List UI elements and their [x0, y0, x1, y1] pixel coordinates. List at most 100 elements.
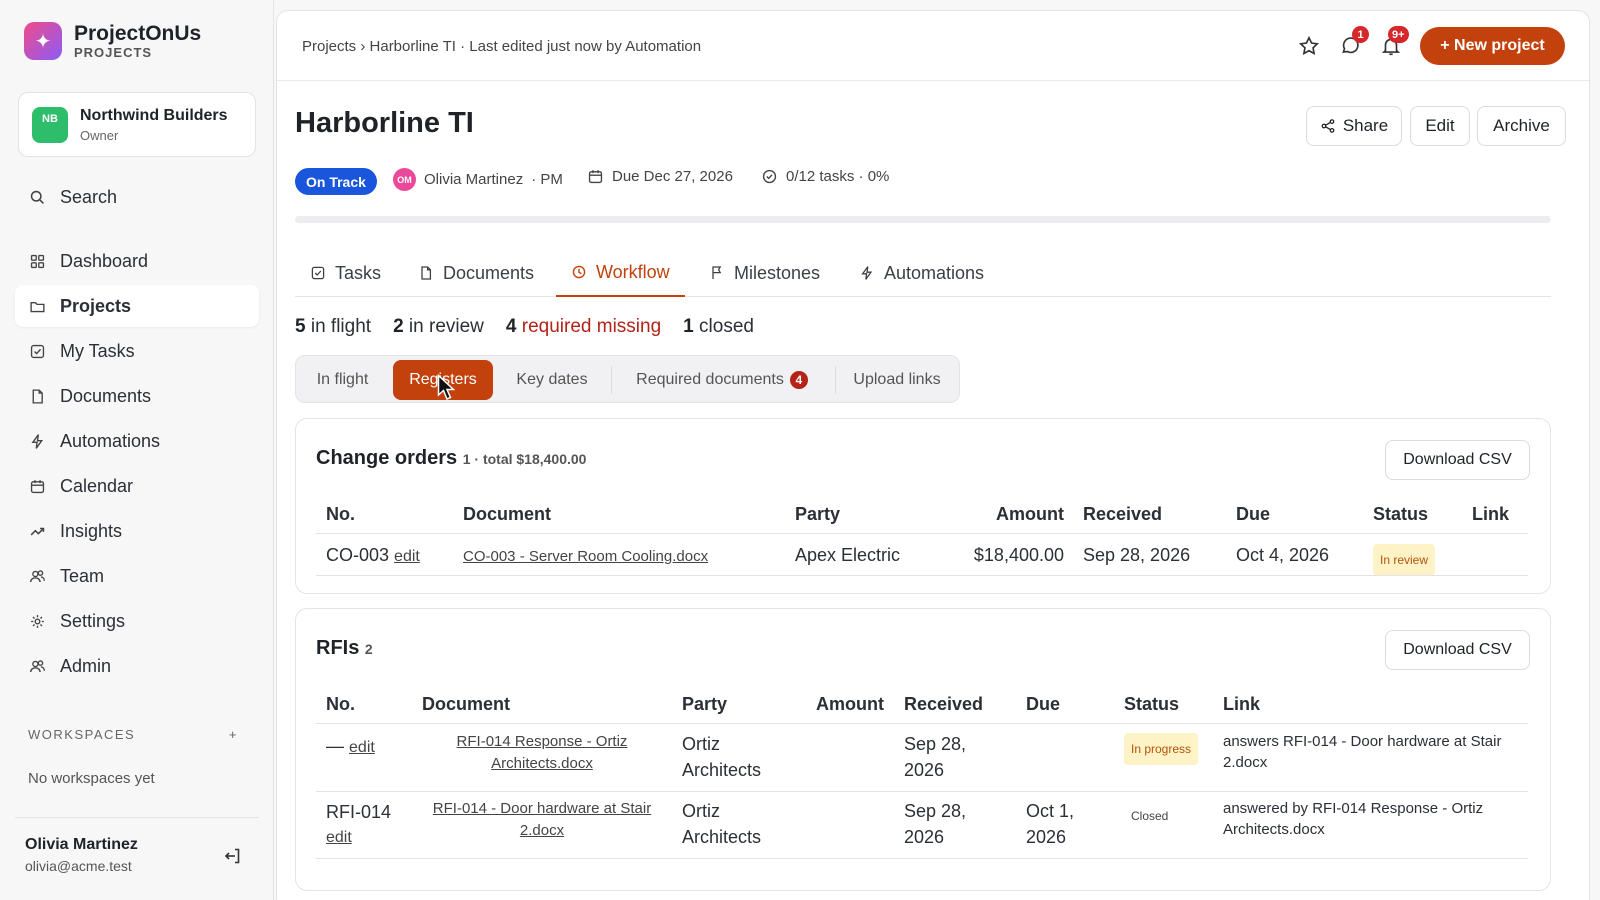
cell-status: In review [1373, 544, 1436, 576]
sidebar-item-label: Automations [60, 430, 161, 451]
sidebar-item-admin[interactable]: Admin [15, 645, 259, 687]
sidebar-item-search[interactable]: Search [15, 176, 259, 218]
workflow-subtabs: In flight Registers Key dates Required d… [295, 355, 960, 403]
breadcrumb[interactable]: Projects › Harborline TI · Last edited j… [302, 38, 701, 55]
rfis-card: RFIs 2 Download CSV No. Document Party A… [295, 608, 1551, 891]
column-header: Document [422, 694, 511, 714]
subtab-key-dates[interactable]: Key dates [499, 360, 605, 400]
workspaces-header: WORKSPACES + [28, 727, 238, 742]
sidebar-item-insights[interactable]: Insights [15, 510, 259, 552]
add-workspace-button[interactable]: + [229, 727, 238, 742]
sidebar-item-dashboard[interactable]: Dashboard [15, 240, 259, 282]
cell-party: Apex Electric [795, 545, 901, 565]
page-title: Harborline TI [295, 107, 474, 139]
sidebar-item-label: Documents [60, 385, 152, 406]
column-header: Amount [996, 504, 1064, 524]
app-name: ProjectOnUs [74, 22, 202, 45]
sidebar-item-label: Team [60, 565, 105, 586]
cell-due: Oct 4, 2026 [1236, 545, 1330, 565]
cell-no: — edit [326, 733, 375, 761]
sidebar-item-projects[interactable]: Projects [15, 285, 259, 327]
edit-link[interactable]: edit [349, 739, 375, 756]
calendar-icon [28, 477, 46, 495]
tab-label: Milestones [734, 262, 821, 283]
workspaces-empty: No workspaces yet [28, 770, 155, 787]
column-header: No. [326, 694, 355, 714]
edit-button[interactable]: Edit [1410, 106, 1470, 146]
document-link[interactable]: RFI-014 Response - Ortiz [422, 731, 662, 753]
star-icon[interactable] [1298, 35, 1320, 57]
org-role: Owner [80, 127, 119, 143]
clock-icon [571, 264, 587, 280]
sparkle-logo-icon: ✦ [24, 22, 62, 60]
column-header: Document [463, 504, 552, 524]
sidebar-item-automations[interactable]: Automations [15, 420, 259, 462]
due-text: Due Dec 27, 2026 [612, 168, 733, 185]
subtab-required-documents[interactable]: Required documents 4 [614, 360, 830, 400]
edit-link[interactable]: edit [326, 825, 391, 851]
cell-no: RFI-014 edit [326, 799, 391, 851]
subtab-in-flight[interactable]: In flight [300, 360, 385, 400]
document-link[interactable]: RFI-014 - Door hardware at Stair [422, 798, 662, 820]
sidebar-item-label: Calendar [60, 475, 134, 496]
download-csv-button[interactable]: Download CSV [1385, 630, 1530, 670]
card-title-text: Change orders [316, 447, 458, 469]
notifications-badge: 9+ [1388, 26, 1409, 43]
divider [835, 366, 836, 394]
divider [316, 575, 1528, 576]
app-section: PROJECTS [74, 45, 153, 60]
tab-label: Tasks [335, 262, 382, 283]
row-number: — [326, 736, 344, 756]
document-link[interactable]: Architects.docx [422, 753, 662, 775]
party-line: Ortiz [682, 734, 720, 754]
users-icon [28, 657, 46, 675]
row-number: CO-003 [326, 545, 390, 565]
tab-documents[interactable]: Documents [403, 249, 549, 297]
tab-automations[interactable]: Automations [844, 249, 999, 297]
sidebar-item-settings[interactable]: Settings [15, 600, 259, 642]
tab-tasks[interactable]: Tasks [295, 249, 396, 297]
column-header: Link [1472, 504, 1510, 524]
column-header: Status [1124, 694, 1180, 714]
row-number: RFI-014 [326, 802, 392, 822]
main-panel: Projects › Harborline TI · Last edited j… [276, 10, 1590, 900]
tab-label: Workflow [596, 261, 670, 282]
new-project-button[interactable]: + New project [1420, 27, 1565, 65]
status-badge: In review [1373, 544, 1436, 576]
download-csv-button[interactable]: Download CSV [1385, 440, 1530, 480]
sidebar-item-calendar[interactable]: Calendar [15, 465, 259, 507]
due-line: 2026 [1026, 827, 1067, 847]
bolt-icon [859, 265, 875, 281]
cell-link: answered by RFI-014 Response - Ortiz Arc… [1223, 800, 1484, 838]
cell-document: RFI-014 Response - Ortiz Architects.docx [422, 731, 662, 775]
logout-icon[interactable] [223, 846, 243, 866]
received-line: 2026 [904, 760, 945, 780]
column-header: Amount [816, 694, 884, 714]
tab-label: Automations [884, 262, 985, 283]
share-icon [1320, 118, 1336, 134]
org-switcher[interactable]: NB Northwind Builders Owner [18, 92, 256, 157]
sidebar-item-my-tasks[interactable]: My Tasks [15, 330, 259, 372]
brand[interactable]: ✦ ProjectOnUs PROJECTS [24, 22, 201, 60]
task-progress: 0/12 tasks · 0% [761, 168, 889, 185]
flag-icon [709, 265, 725, 281]
cell-due: Oct 1, 2026 [1026, 798, 1074, 850]
edit-link[interactable]: edit [394, 548, 420, 565]
document-link[interactable]: CO-003 - Server Room Cooling.docx [463, 548, 708, 565]
tab-milestones[interactable]: Milestones [694, 249, 835, 297]
sidebar-item-documents[interactable]: Documents [15, 375, 259, 417]
divider [316, 723, 1528, 724]
sidebar-item-team[interactable]: Team [15, 555, 259, 597]
cell-party: Ortiz Architects [682, 798, 761, 850]
archive-button[interactable]: Archive [1477, 106, 1566, 146]
stat-required-missing: 4 required missing [505, 316, 662, 337]
cell-party: Ortiz Architects [682, 731, 761, 783]
document-link[interactable]: 2.docx [422, 820, 662, 842]
column-header: Party [795, 504, 841, 524]
subtab-upload-links[interactable]: Upload links [838, 360, 956, 400]
tab-workflow[interactable]: Workflow [556, 249, 685, 297]
share-button[interactable]: Share [1306, 106, 1402, 146]
tab-label: Documents [443, 262, 535, 283]
tab-bar: Tasks Documents Workflow Milestones Auto… [295, 249, 1551, 297]
status-badge: Closed [1131, 809, 1169, 823]
